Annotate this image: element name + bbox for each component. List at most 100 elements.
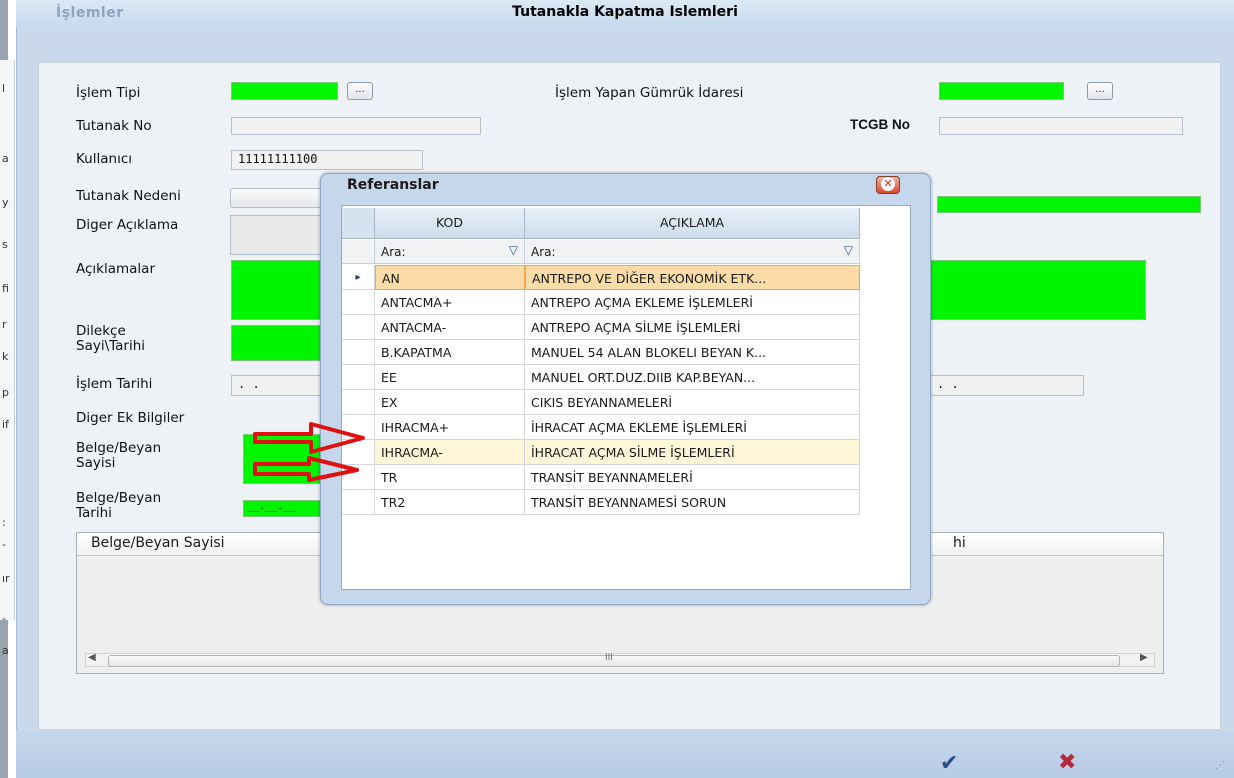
table-row[interactable]: TR2 TRANSİT BEYANNAMESİ SORUN (342, 490, 860, 515)
tutanak-nedeni-dropdown[interactable] (230, 188, 330, 208)
column-header-kod[interactable]: KOD (375, 208, 525, 239)
row-indicator-cell (342, 490, 375, 515)
table-row[interactable]: ANTACMA+ ANTREPO AÇMA EKLEME İŞLEMLERİ (342, 290, 860, 315)
belge-tarihi-label: Belge/Beyan Tarihi (76, 491, 161, 521)
islem-tarihi-label: İşlem Tarihi (76, 376, 153, 392)
tcgb-no-field[interactable] (939, 117, 1183, 135)
aciklama-cell[interactable]: TRANSİT BEYANNAMELERİ (525, 465, 860, 490)
scrollbar-grip: III (605, 653, 613, 663)
cancel-x-icon[interactable]: ✖ (1058, 750, 1076, 775)
bg-letter: y (2, 196, 9, 209)
bg-letter: l (2, 82, 6, 95)
aciklama-cell[interactable]: MANUEL 54 ALAN BLOKELI BEYAN K... (525, 340, 860, 365)
aciklama-cell[interactable]: ANTREPO AÇMA EKLEME İŞLEMLERİ (525, 290, 860, 315)
kullanici-field[interactable]: 11111111100 (231, 150, 423, 170)
scrollbar-thumb[interactable]: III (108, 653, 1120, 667)
filter-icon[interactable]: ▽ (509, 243, 518, 257)
kod-cell[interactable]: TR (375, 465, 525, 490)
window-title: Tutanakla Kapatma Islemleri (512, 4, 738, 20)
kod-cell[interactable]: IHRACMA+ (375, 415, 525, 440)
dilekce-label-line2: Sayi\Tarihi (76, 338, 146, 354)
belge-tarihi-field[interactable]: __.__.__ (243, 500, 331, 517)
grid-header-belge-sayisi[interactable]: Belge/Beyan Sayisi (91, 535, 225, 551)
kod-cell[interactable]: B.KAPATMA (375, 340, 525, 365)
tutanak-no-field[interactable] (231, 117, 481, 135)
kod-cell[interactable]: EE (375, 365, 525, 390)
kod-cell[interactable]: AN (375, 265, 525, 290)
bg-letter: p (2, 386, 9, 399)
diger-aciklama-field[interactable] (230, 215, 330, 255)
aciklama-filter-placeholder: Ara: (531, 245, 556, 259)
kod-cell[interactable]: IHRACMA- (375, 440, 525, 465)
kod-cell[interactable]: TR2 (375, 490, 525, 515)
header-indicator-cell (342, 208, 375, 239)
grid-header-tarihi[interactable]: hi (953, 535, 966, 551)
close-icon: ✕ (881, 177, 895, 191)
row-indicator-icon: ▸ (342, 265, 375, 290)
row-indicator-cell (342, 290, 375, 315)
resize-grip-icon[interactable]: ⋰ (1215, 760, 1225, 771)
title-bar[interactable]: İşlemler Tutanakla Kapatma Islemleri (16, 0, 1234, 28)
aciklamalar-field-right[interactable] (928, 260, 1146, 320)
table-row[interactable]: EX CIKIS BEYANNAMELERİ (342, 390, 860, 415)
islem-tipi-lookup-button[interactable]: ... (347, 82, 373, 100)
islem-tipi-field[interactable] (231, 82, 338, 100)
islem-yapan-field[interactable] (939, 82, 1064, 100)
islem-yapan-lookup-button[interactable]: ... (1087, 82, 1113, 100)
annotation-arrow-ihracma-plus (253, 422, 365, 454)
diger-ek-bilgiler-label: Diger Ek Bilgiler (76, 410, 185, 426)
bg-letter: s (2, 238, 8, 251)
referanslar-table: KOD AÇIKLAMA Ara: ▽ Ara: ▽ ▸ AN ANTREPO VE… (341, 205, 911, 590)
confirm-check-icon[interactable]: ✔ (940, 751, 958, 776)
tutanak-no-label: Tutanak No (76, 118, 152, 134)
aciklama-cell[interactable]: ANTREPO VE DİĞER EKONOMİK ETK... (525, 265, 860, 290)
grid-horizontal-scrollbar[interactable]: ◀ III ▶ (85, 652, 1155, 667)
table-row[interactable]: IHRACMA+ İHRACAT AÇMA EKLEME İŞLEMLERİ (342, 415, 860, 440)
dilekce-label: Dilekçe Sayi\Tarihi (76, 324, 145, 354)
column-header-aciklama[interactable]: AÇIKLAMA (525, 208, 860, 239)
kullanici-label: Kullanıcı (76, 151, 132, 167)
belge-sayisi-label-line2: Sayisi (76, 455, 116, 471)
dialog-close-button[interactable]: ✕ (876, 176, 900, 194)
filter-indicator-cell (342, 240, 375, 264)
aciklama-cell[interactable]: TRANSİT BEYANNAMESİ SORUN (525, 490, 860, 515)
bottom-toolbar (16, 730, 1234, 778)
right-green-field[interactable] (937, 196, 1201, 213)
kod-filter-input[interactable]: Ara: ▽ (375, 240, 525, 264)
table-row[interactable]: ANTACMA- ANTREPO AÇMA SİLME İŞLEMLERİ (342, 315, 860, 340)
tutanak-nedeni-label: Tutanak Nedeni (76, 188, 181, 204)
aciklama-cell[interactable]: ANTREPO AÇMA SİLME İŞLEMLERİ (525, 315, 860, 340)
tcgb-no-label: TCGB No (850, 117, 910, 132)
scroll-right-icon[interactable]: ▶ (1140, 652, 1148, 663)
dilekce-field[interactable] (231, 325, 331, 361)
aciklama-cell[interactable]: İHRACAT AÇMA SİLME İŞLEMLERİ (525, 440, 860, 465)
kod-cell[interactable]: ANTACMA+ (375, 290, 525, 315)
belge-sayisi-label: Belge/Beyan Sayisi (76, 441, 161, 471)
aciklama-cell[interactable]: MANUEL ORT.DUZ.DIIB KAP.BEYAN... (525, 365, 860, 390)
islem-tarihi-field[interactable]: . . (231, 375, 331, 396)
kod-cell[interactable]: ANTACMA- (375, 315, 525, 340)
bg-letter: : (2, 516, 6, 529)
islem-tipi-label: İşlem Tipi (76, 85, 141, 101)
table-row[interactable]: EE MANUEL ORT.DUZ.DIIB KAP.BEYAN... (342, 365, 860, 390)
aciklamalar-field-left[interactable] (231, 260, 331, 320)
row-indicator-cell (342, 365, 375, 390)
annotation-arrow-ihracma-minus (253, 456, 359, 482)
background-window-strip: l a y s fi r k p if : - ır - a (0, 60, 15, 657)
aciklama-cell[interactable]: CIKIS BEYANNAMELERİ (525, 390, 860, 415)
scroll-left-icon[interactable]: ◀ (88, 652, 96, 663)
diger-aciklama-label: Diger Açıklama (76, 217, 179, 233)
table-row[interactable]: B.KAPATMA MANUEL 54 ALAN BLOKELI BEYAN K.… (342, 340, 860, 365)
row-indicator-cell (342, 340, 375, 365)
table-row[interactable]: ▸ AN ANTREPO VE DİĞER EKONOMİK ETK... (342, 265, 860, 290)
aciklama-cell[interactable]: İHRACAT AÇMA EKLEME İŞLEMLERİ (525, 415, 860, 440)
belge-tarihi-label-line1: Belge/Beyan (76, 490, 162, 506)
aciklama-filter-input[interactable]: Ara: ▽ (525, 240, 860, 264)
bg-letter: a (2, 644, 9, 657)
bg-letter: a (2, 152, 9, 165)
kod-cell[interactable]: EX (375, 390, 525, 415)
table-row[interactable]: TR TRANSİT BEYANNAMELERİ (342, 465, 860, 490)
filter-icon[interactable]: ▽ (844, 243, 853, 257)
table-row[interactable]: IHRACMA- İHRACAT AÇMA SİLME İŞLEMLERİ (342, 440, 860, 465)
right-date-field[interactable]: . . (930, 375, 1084, 396)
